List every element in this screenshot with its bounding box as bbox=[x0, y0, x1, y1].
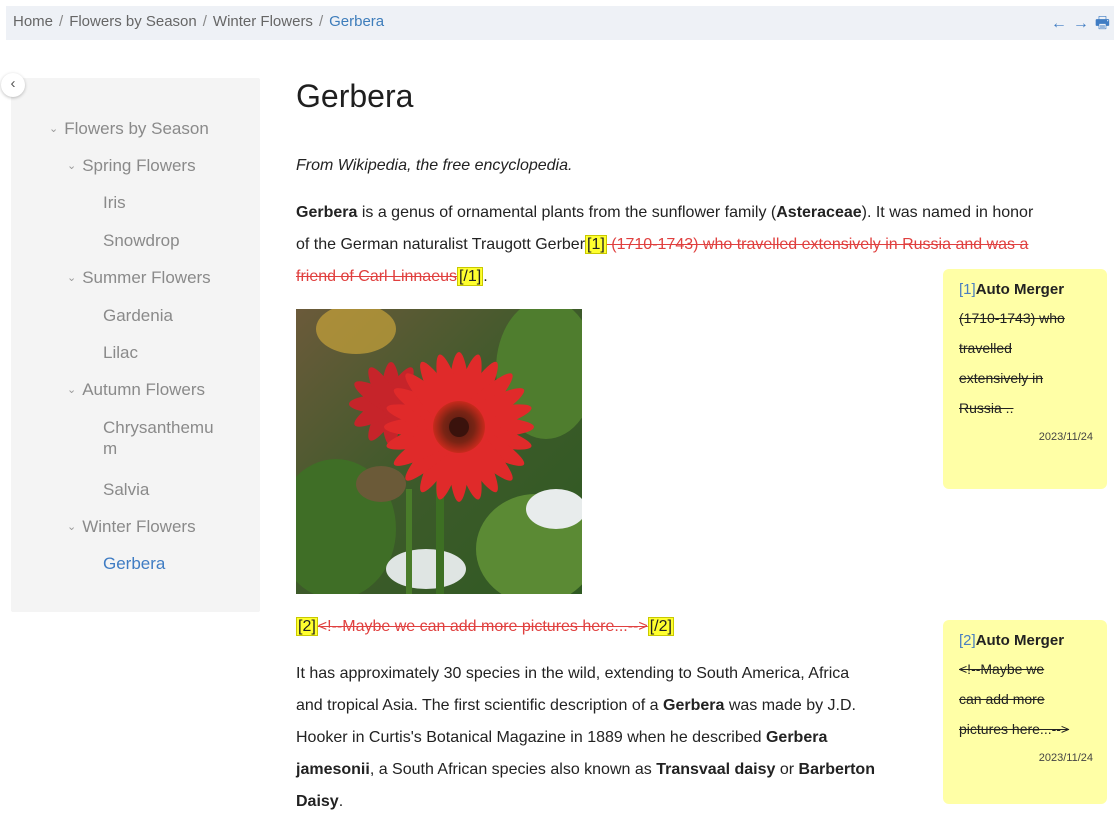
comment-line: extensively in bbox=[959, 370, 1044, 386]
sidebar-item-gardenia[interactable]: Gardenia bbox=[103, 305, 173, 326]
print-icon[interactable]: 🖶 bbox=[1095, 15, 1110, 32]
deleted-text: friend of Carl Linnaeus bbox=[296, 268, 457, 285]
sidebar-item-label: Flowers by Season bbox=[64, 119, 209, 138]
comment-card-1[interactable]: [1]Auto Merger (1710-1743) who travelled… bbox=[943, 269, 1107, 489]
sidebar-item-gerbera[interactable]: Gerbera bbox=[103, 553, 165, 574]
comment-body: (1710-1743) who travelled extensively in… bbox=[959, 303, 1093, 423]
comment-line: Russia .. bbox=[959, 400, 1014, 416]
comment-ref[interactable]: [1] bbox=[959, 281, 976, 298]
sidebar-item-autumn-flowers[interactable]: ⌄ Autumn Flowers bbox=[67, 379, 205, 403]
sidebar-item-snowdrop[interactable]: Snowdrop bbox=[103, 230, 180, 251]
breadcrumb-bar: Home / Flowers by Season / Winter Flowers / Ge… bbox=[6, 6, 1114, 40]
comment-line: (1710-1743) who bbox=[959, 310, 1065, 326]
comment-author: Auto Merger bbox=[975, 281, 1065, 298]
bold-term: Barberton bbox=[798, 761, 875, 778]
breadcrumb-flowers-by-season[interactable]: Flowers by Season bbox=[69, 13, 197, 30]
forward-arrow-icon[interactable]: → bbox=[1073, 15, 1089, 32]
source-line: From Wikipedia, the free encyclopedia. bbox=[296, 157, 573, 174]
comment-ref[interactable]: [2] bbox=[959, 632, 976, 649]
text-span: or bbox=[775, 761, 799, 778]
chevron-left-icon: ‹ bbox=[10, 75, 16, 92]
breadcrumb-separator: / bbox=[318, 13, 324, 30]
page-toolbar: ← → 🖶 bbox=[1045, 12, 1110, 39]
body-paragraph: It has approximately 30 species in the w… bbox=[296, 658, 936, 818]
comment-author: Auto Merger bbox=[975, 632, 1065, 649]
comment-line: <!--Maybe we bbox=[959, 661, 1045, 677]
comment-marker-1[interactable]: [1] bbox=[585, 235, 607, 254]
comment-line: can add more bbox=[959, 691, 1045, 707]
text-span: was made by J.D. bbox=[724, 697, 856, 714]
comment-line: pictures here...--> bbox=[959, 721, 1070, 737]
chevron-down-icon: ⌄ bbox=[67, 160, 77, 172]
sidebar-item-label: Chrysanthemu bbox=[103, 418, 214, 437]
text-span: . bbox=[483, 268, 488, 285]
sidebar-item-label: Winter Flowers bbox=[82, 517, 196, 536]
comment-card-2[interactable]: [2]Auto Merger <!--Maybe we can add more… bbox=[943, 620, 1107, 804]
comment-line: travelled bbox=[959, 340, 1012, 356]
page-title: Gerbera bbox=[296, 78, 414, 114]
sidebar-item-label: Autumn Flowers bbox=[82, 380, 206, 399]
breadcrumb-separator: / bbox=[59, 13, 64, 30]
back-arrow-icon[interactable]: ← bbox=[1051, 15, 1067, 32]
gerbera-flower-image bbox=[296, 309, 582, 594]
chevron-down-icon: ⌄ bbox=[67, 521, 77, 533]
sidebar-item-label-wrap: m bbox=[103, 439, 118, 458]
breadcrumb-winter-flowers[interactable]: Winter Flowers bbox=[213, 13, 313, 30]
comment-marker-1-end[interactable]: [/1] bbox=[456, 267, 484, 286]
sidebar-item-label: Summer Flowers bbox=[82, 268, 211, 287]
comment-date: 2023/11/24 bbox=[1038, 752, 1093, 764]
text-span: is a genus of ornamental plants from the… bbox=[357, 204, 777, 221]
sidebar-item-label: Spring Flowers bbox=[82, 156, 196, 175]
sidebar-item-salvia[interactable]: Salvia bbox=[103, 479, 149, 500]
text-span: , a South African species also known as bbox=[369, 761, 657, 778]
text-span: . bbox=[338, 793, 344, 810]
chevron-down-icon: ⌄ bbox=[49, 123, 59, 135]
bold-term: Transvaal daisy bbox=[656, 761, 776, 778]
bold-term: Gerbera bbox=[765, 729, 828, 746]
bold-term: jamesonii bbox=[296, 761, 370, 778]
sidebar-item-iris[interactable]: Iris bbox=[103, 192, 126, 213]
comment-marker-2-end[interactable]: [/2] bbox=[647, 617, 674, 636]
comment-date: 2023/11/24 bbox=[1038, 431, 1093, 443]
sidebar-item-chrysanthemum[interactable]: Chrysanthemu m bbox=[103, 417, 214, 459]
sidebar-item-flowers-by-season[interactable]: ⌄ Flowers by Season bbox=[49, 118, 209, 142]
gerbera-photo bbox=[296, 309, 582, 594]
chevron-down-icon: ⌄ bbox=[67, 384, 77, 396]
text-span: Hooker in Curtis's Botanical Magazine in… bbox=[296, 729, 766, 746]
comment-body: <!--Maybe we can add more pictures here.… bbox=[959, 654, 1093, 744]
comment-2-paragraph: [2] <!--Maybe we can add more pictures he… bbox=[296, 611, 674, 643]
text-span: It has approximately 30 species in the w… bbox=[296, 665, 850, 682]
breadcrumb: Home / Flowers by Season / Winter Flowers / Ge… bbox=[13, 13, 384, 30]
deleted-text: (1710-1743) who travelled extensively in… bbox=[606, 236, 1029, 253]
comment-marker-2[interactable]: [2] bbox=[296, 617, 318, 636]
bold-term: Gerbera bbox=[663, 697, 725, 714]
bold-term: Daisy bbox=[296, 793, 339, 810]
sidebar-item-winter-flowers[interactable]: ⌄ Winter Flowers bbox=[67, 516, 196, 540]
breadcrumb-separator: / bbox=[202, 13, 207, 30]
bold-term: Asteraceae bbox=[776, 204, 862, 221]
sidebar-item-lilac[interactable]: Lilac bbox=[103, 342, 138, 363]
deleted-text: <!--Maybe we can add more pictures here.… bbox=[317, 618, 648, 635]
collapse-sidebar-button[interactable]: ‹ bbox=[1, 73, 25, 97]
sidebar-item-summer-flowers[interactable]: ⌄ Summer Flowers bbox=[67, 267, 211, 291]
bold-term: Gerbera bbox=[296, 204, 358, 221]
text-span: and tropical Asia. The first scientific … bbox=[296, 697, 663, 714]
breadcrumb-home[interactable]: Home bbox=[13, 13, 53, 30]
breadcrumb-current: Gerbera bbox=[329, 13, 385, 30]
sidebar-item-spring-flowers[interactable]: ⌄ Spring Flowers bbox=[67, 155, 196, 179]
text-span: of the German naturalist Traugott Gerber bbox=[296, 236, 586, 253]
chevron-down-icon: ⌄ bbox=[67, 272, 77, 284]
text-span: ). It was named in honor bbox=[861, 204, 1034, 221]
